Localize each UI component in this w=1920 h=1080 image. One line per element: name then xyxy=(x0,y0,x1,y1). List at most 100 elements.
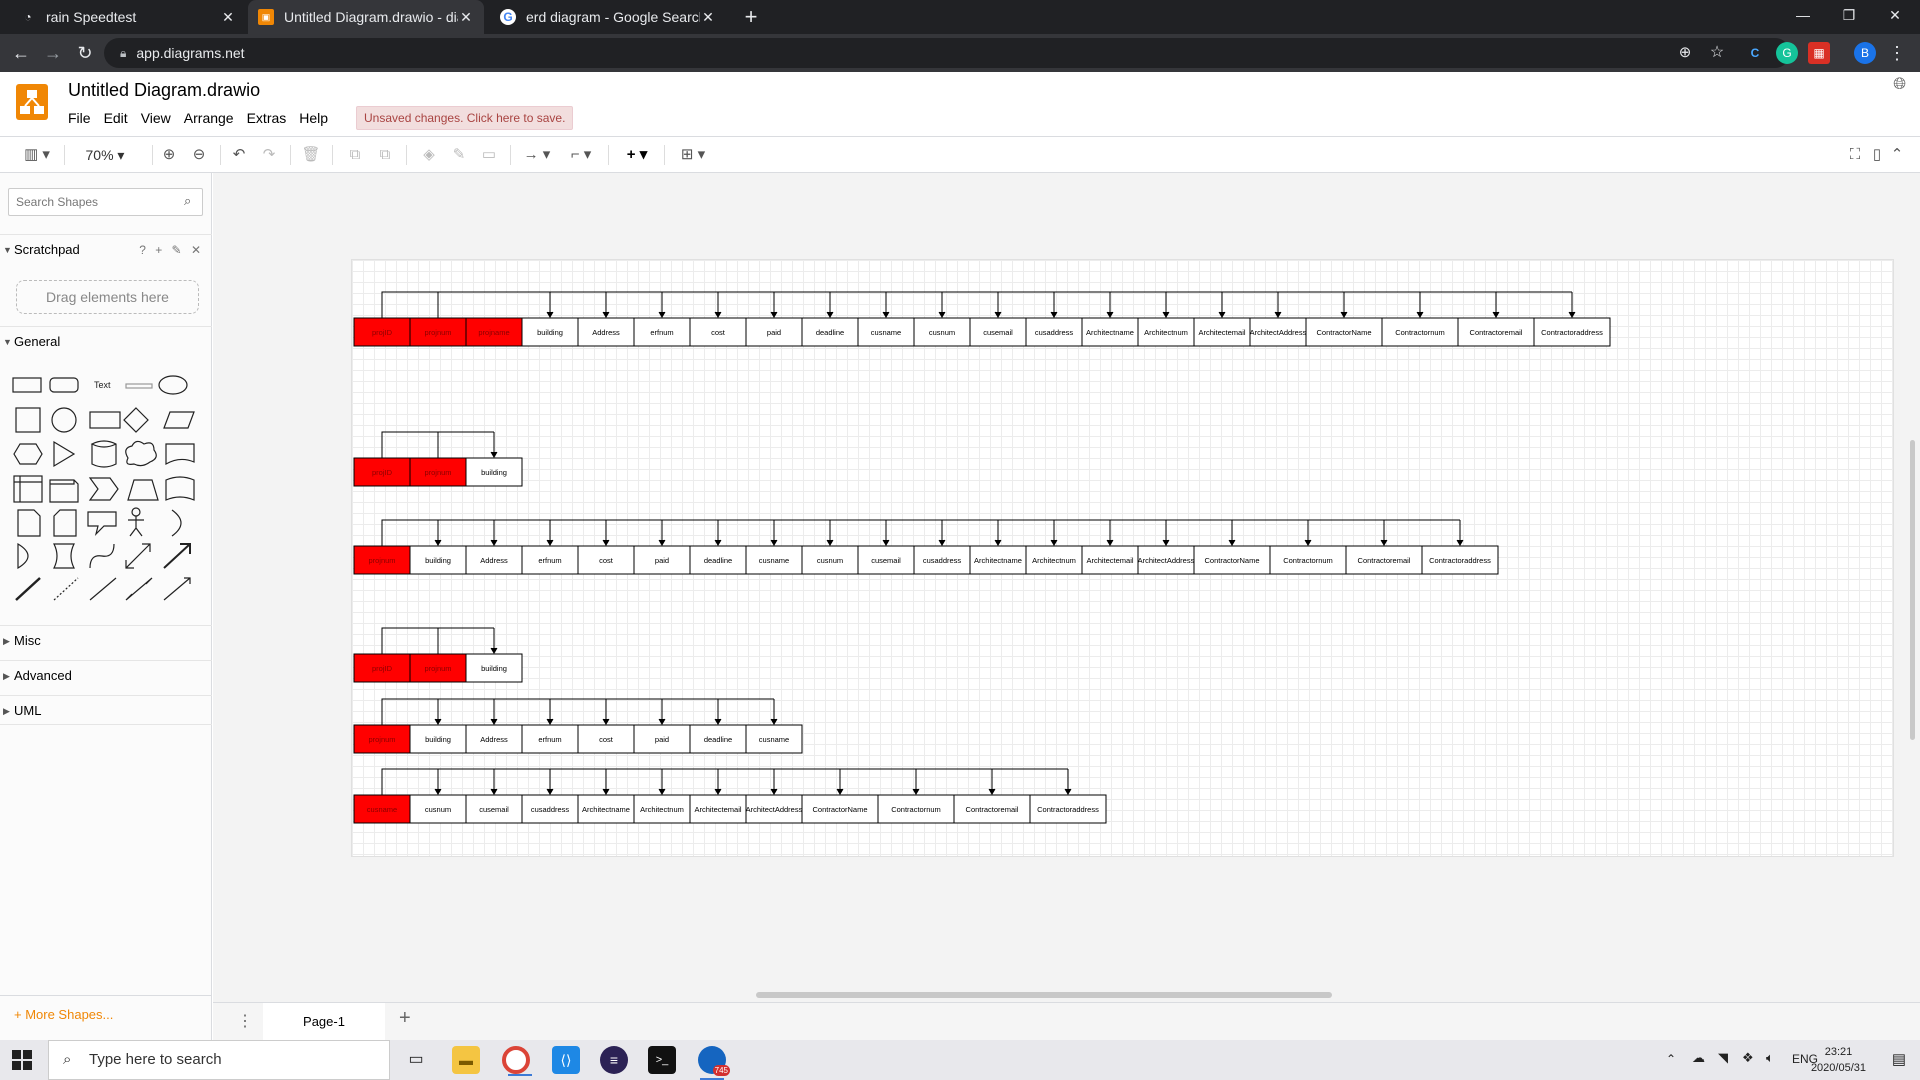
menu-arrange[interactable]: Arrange xyxy=(184,110,241,126)
unsaved-changes-button[interactable]: Unsaved changes. Click here to save. xyxy=(356,106,574,130)
rounded-rectangle-shape[interactable] xyxy=(49,377,79,393)
minimize-icon[interactable]: — xyxy=(1780,0,1826,30)
connection-style-icon[interactable]: → ▾ xyxy=(520,143,554,167)
diagram-page[interactable]: projID projnum projname building Address erfn… xyxy=(351,259,1894,857)
dropbox-icon[interactable]: ❖ xyxy=(1742,1050,1754,1066)
shadow-icon[interactable]: ▭ xyxy=(478,143,500,167)
action-center-icon[interactable]: ▤ xyxy=(1892,1050,1906,1068)
close-tab-icon[interactable]: ✕ xyxy=(458,9,474,26)
line-color-icon[interactable]: ✎ xyxy=(448,143,470,167)
double-arrow-line-shape[interactable] xyxy=(125,577,153,601)
horizontal-scrollbar[interactable] xyxy=(756,992,1332,998)
search-icon[interactable]: ⌕ xyxy=(184,193,191,209)
misc-section-header[interactable]: ▶ Misc xyxy=(0,625,212,655)
language-globe-icon[interactable]: 🌐︎ xyxy=(1893,76,1906,94)
extension-c-icon[interactable]: C xyxy=(1744,42,1766,64)
forward-icon[interactable]: → xyxy=(40,40,66,66)
system-clock[interactable]: 23:21 2020/05/31 xyxy=(1811,1044,1866,1076)
document-shape[interactable] xyxy=(165,443,195,466)
data-storage-shape[interactable] xyxy=(53,543,75,569)
zoom-out-icon[interactable]: ⊖ xyxy=(188,143,210,167)
card-shape[interactable] xyxy=(53,509,77,537)
chrome-menu-icon[interactable]: ⋮ xyxy=(1884,40,1910,66)
onedrive-icon[interactable]: ☁ xyxy=(1692,1050,1705,1066)
triangle-shape[interactable] xyxy=(53,440,76,468)
callout-shape[interactable] xyxy=(87,511,117,536)
dashed-line-shape[interactable] xyxy=(53,577,79,601)
parallelogram-shape[interactable] xyxy=(163,411,195,429)
new-tab-button[interactable]: + xyxy=(738,4,764,30)
line-shape[interactable] xyxy=(15,577,41,601)
menu-view[interactable]: View xyxy=(141,110,178,126)
circle-shape[interactable] xyxy=(51,407,77,433)
close-window-icon[interactable]: ✕ xyxy=(1872,0,1918,30)
internal-storage-shape[interactable] xyxy=(13,475,43,503)
tape-shape[interactable] xyxy=(165,476,195,501)
back-icon[interactable]: ← xyxy=(8,40,34,66)
browser-tab-drawio[interactable]: ▣ Untitled Diagram.drawio - diagrams.net… xyxy=(248,0,484,34)
rectangle-shape[interactable] xyxy=(12,377,42,393)
windows-start-icon[interactable] xyxy=(12,1050,32,1070)
shape-search-input[interactable]: Search Shapes xyxy=(8,188,203,216)
page-tab[interactable]: Page-1 xyxy=(263,1003,385,1040)
menu-help[interactable]: Help xyxy=(299,110,335,126)
delay-shape[interactable] xyxy=(17,542,29,570)
to-back-icon[interactable]: ⧉ xyxy=(374,143,396,167)
menu-file[interactable]: File xyxy=(68,110,98,126)
zoom-select[interactable]: 70% ▾ xyxy=(74,143,136,167)
general-section-header[interactable]: ▼ General xyxy=(0,326,212,356)
menu-edit[interactable]: Edit xyxy=(104,110,135,126)
ellipse-shape[interactable] xyxy=(158,375,188,395)
fullscreen-icon[interactable]: ⛶ xyxy=(1844,143,1866,167)
grammarly-icon[interactable]: G xyxy=(1776,42,1798,64)
delete-icon[interactable]: 🗑︎ xyxy=(300,143,322,167)
cylinder-shape[interactable] xyxy=(90,440,117,468)
undo-icon[interactable]: ↶ xyxy=(228,143,250,167)
taskbar-search-box[interactable]: ⌕ Type here to search xyxy=(48,1040,390,1080)
add-page-icon[interactable]: + xyxy=(399,1007,411,1030)
task-view-icon[interactable]: ▭ xyxy=(402,1046,430,1074)
straight-line-shape[interactable] xyxy=(89,577,117,601)
scratchpad-drop-zone[interactable]: Drag elements here xyxy=(16,280,199,314)
hexagon-shape[interactable] xyxy=(13,443,43,465)
zoom-in-icon[interactable]: ⊕ xyxy=(158,143,180,167)
close-tab-icon[interactable]: ✕ xyxy=(220,9,236,26)
general-shapes-palette[interactable]: Text xyxy=(10,368,205,608)
file-explorer-icon[interactable]: ▬ xyxy=(452,1046,480,1074)
square-shape[interactable] xyxy=(15,407,41,433)
format-panel-icon[interactable]: ▯ xyxy=(1866,143,1888,167)
cube-shape[interactable] xyxy=(49,479,79,503)
bidirectional-arrow-shape[interactable] xyxy=(125,543,151,569)
insert-icon[interactable]: + ▾ xyxy=(620,143,654,167)
chrome-icon[interactable] xyxy=(502,1046,532,1076)
waypoint-style-icon[interactable]: ⌐ ▾ xyxy=(564,143,598,167)
to-front-icon[interactable]: ⧉ xyxy=(344,143,366,167)
reload-icon[interactable]: ↻ xyxy=(72,40,98,66)
browser-tab-speedtest[interactable]: ◔ rain Speedtest ✕ xyxy=(10,0,246,34)
step-shape[interactable] xyxy=(88,477,119,501)
scratchpad-tools[interactable]: ? + ✎ ✕ xyxy=(139,235,204,265)
note-shape[interactable] xyxy=(17,509,41,537)
tray-chevron-icon[interactable]: ⌃ xyxy=(1666,1052,1676,1066)
fill-color-icon[interactable]: ◈ xyxy=(418,143,440,167)
redo-icon[interactable]: ↷ xyxy=(258,143,280,167)
bookmark-star-icon[interactable]: ☆ xyxy=(1704,40,1730,66)
terminal-icon[interactable]: >_ xyxy=(648,1046,676,1074)
address-bar[interactable]: 🔒︎ app.diagrams.net xyxy=(104,38,1790,68)
volume-icon[interactable]: 🔈︎ xyxy=(1766,1050,1774,1066)
menu-extras[interactable]: Extras xyxy=(247,110,294,126)
format-panel-toggle-icon[interactable]: ▥ ▾ xyxy=(20,143,54,167)
process-shape[interactable] xyxy=(89,411,121,429)
arrow-shape[interactable] xyxy=(163,543,191,569)
profile-avatar[interactable]: B xyxy=(1854,42,1876,64)
app-icon[interactable]: 745 xyxy=(698,1046,730,1080)
more-shapes-button[interactable]: + More Shapes... xyxy=(0,995,212,1040)
browser-tab-google[interactable]: G erd diagram - Google Search ✕ xyxy=(490,0,726,34)
document-title[interactable]: Untitled Diagram.drawio xyxy=(68,80,260,101)
close-tab-icon[interactable]: ✕ xyxy=(700,9,716,26)
curve-shape[interactable] xyxy=(89,543,115,569)
vertical-scrollbar[interactable] xyxy=(1910,440,1915,740)
advanced-section-header[interactable]: ▶ Advanced xyxy=(0,660,212,690)
directional-line-shape[interactable] xyxy=(163,577,191,601)
text-shape[interactable]: Text xyxy=(94,380,111,390)
